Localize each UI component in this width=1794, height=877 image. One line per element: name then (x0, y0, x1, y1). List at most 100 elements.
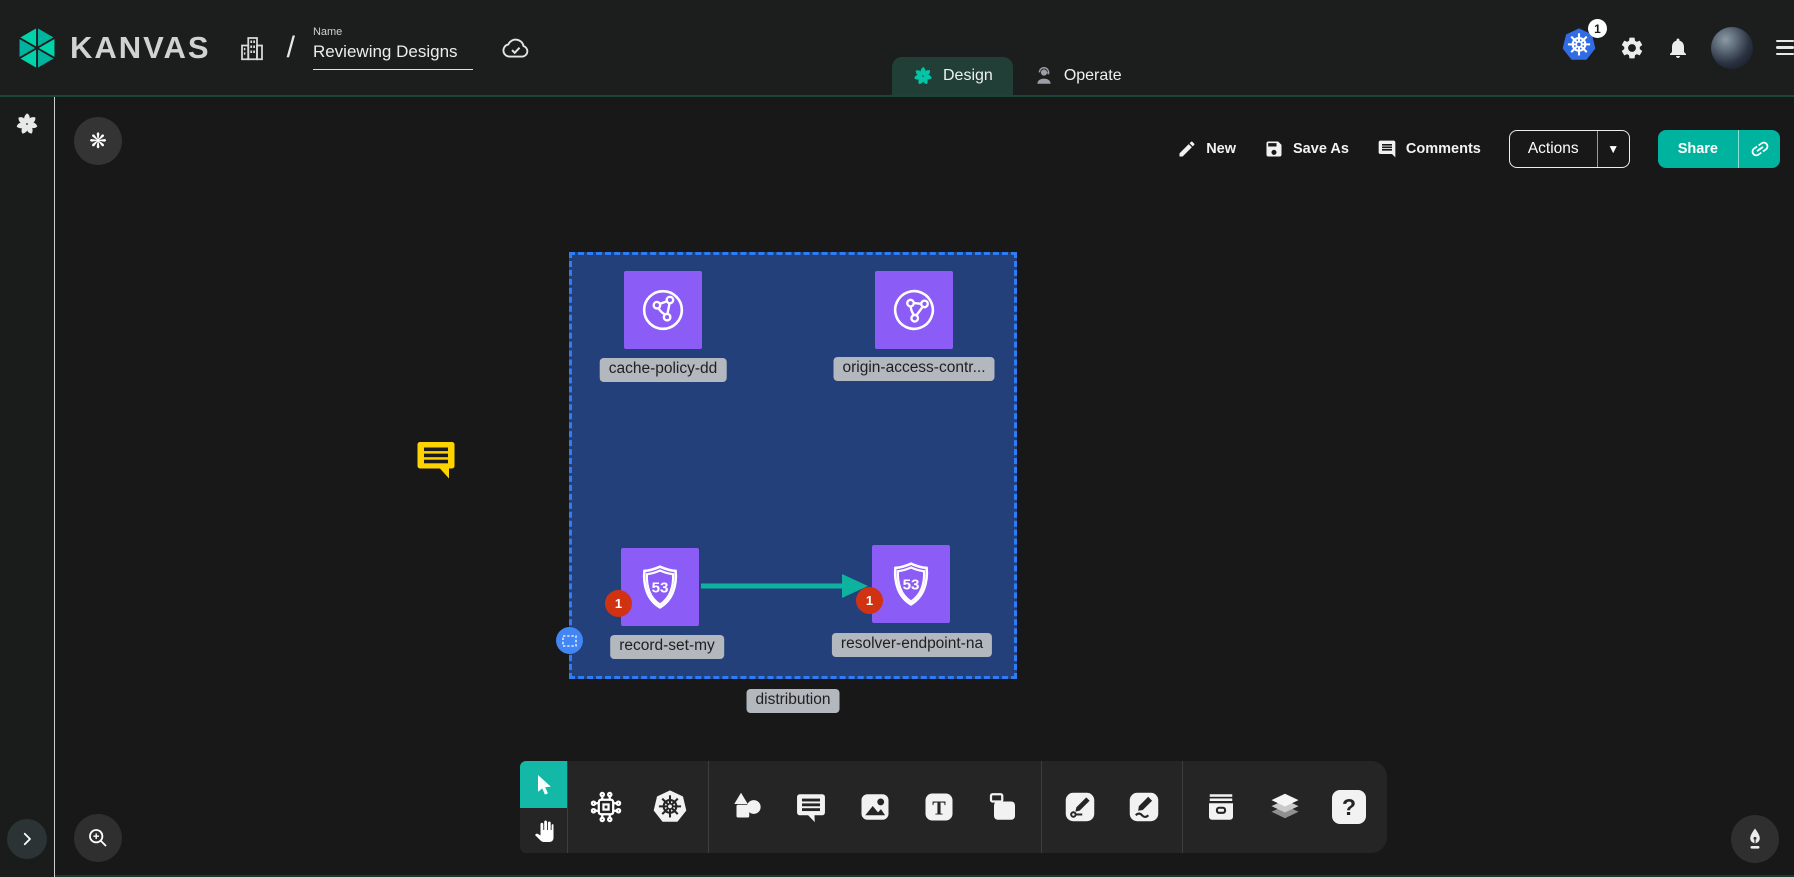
layers-icon (1267, 789, 1303, 825)
select-tool-button[interactable] (520, 761, 567, 808)
comment-tool-icon (793, 789, 829, 825)
zoom-in-icon (86, 826, 110, 850)
header: KANVAS / Name (0, 0, 1794, 97)
text-tool-icon: T (921, 789, 957, 825)
meshery-swirl-icon[interactable] (14, 111, 40, 142)
question-mark-icon: ? (1332, 790, 1366, 824)
new-button[interactable]: New (1177, 139, 1236, 159)
node-resolver-endpoint[interactable]: 53 (872, 545, 950, 623)
component-tools (568, 761, 708, 853)
pen-path-icon (1062, 789, 1098, 825)
comment-icon (1377, 139, 1397, 159)
kubernetes-wheel-icon (651, 788, 689, 826)
design-canvas[interactable]: ❋ New Save As (55, 97, 1794, 877)
left-sidebar (0, 97, 55, 877)
node-label[interactable]: record-set-my (610, 635, 724, 659)
node-label[interactable]: resolver-endpoint-na (832, 633, 992, 657)
settings-gear-icon[interactable] (1619, 35, 1645, 61)
copy-link-icon[interactable] (1738, 130, 1780, 168)
kubernetes-badge: 1 (1588, 19, 1607, 38)
notifications-bell-icon[interactable] (1666, 36, 1690, 60)
comment-tool-button[interactable] (779, 789, 843, 825)
caret-down-icon[interactable]: ▼ (1597, 131, 1629, 167)
drawer-tool-button[interactable] (1189, 789, 1253, 825)
node-error-badge[interactable]: 1 (605, 590, 632, 617)
svg-text:T: T (932, 798, 946, 820)
save-as-label: Save As (1293, 141, 1349, 157)
edge-pen-tool-button[interactable] (1048, 789, 1112, 825)
route53-shield-icon: 53 (634, 561, 686, 613)
route53-shield-icon: 53 (885, 558, 937, 610)
actions-dropdown[interactable]: Actions ▼ (1509, 130, 1630, 168)
pencil-scribble-icon (1126, 789, 1162, 825)
chip-icon (588, 789, 624, 825)
new-label: New (1206, 141, 1236, 157)
canvas-toolbar: New Save As Comments Actions ▼ (1177, 130, 1780, 168)
tab-operate-label: Operate (1064, 67, 1122, 85)
organization-icon[interactable] (237, 33, 267, 63)
design-swirl-icon (912, 65, 934, 87)
panel-icon (985, 789, 1021, 825)
design-name-input[interactable] (313, 40, 473, 70)
save-as-button[interactable]: Save As (1264, 139, 1349, 159)
app-title: KANVAS (70, 30, 211, 66)
kanvas-app: KANVAS / Name (0, 0, 1794, 877)
user-avatar[interactable] (1711, 27, 1753, 69)
bottom-toolbar: T (520, 761, 1387, 853)
library-tools: ? (1183, 761, 1387, 853)
svg-text:53: 53 (903, 577, 920, 594)
components-tool-button[interactable] (574, 789, 638, 825)
snowflake-icon: ❋ (89, 129, 107, 154)
node-error-badge[interactable]: 1 (856, 587, 883, 614)
annotation-tools: T (709, 761, 1041, 853)
node-record-set[interactable]: 53 (621, 548, 699, 626)
group-selection-handle[interactable] (556, 627, 583, 654)
node-label[interactable]: origin-access-contr... (834, 357, 995, 381)
share-label[interactable]: Share (1658, 130, 1738, 168)
comment-bubble-icon (414, 435, 458, 481)
kubernetes-context[interactable]: 1 (1560, 26, 1598, 69)
expand-sidebar-button[interactable] (7, 819, 47, 859)
drawer-icon (1203, 789, 1239, 825)
pen-nib-icon (1743, 827, 1767, 851)
canvas-actions-button[interactable]: ❋ (74, 117, 122, 165)
pan-tool-button[interactable] (520, 808, 567, 853)
main: ❋ New Save As (0, 97, 1794, 877)
actions-label[interactable]: Actions (1510, 131, 1597, 167)
image-icon (857, 789, 893, 825)
node-label[interactable]: cache-policy-dd (600, 358, 727, 382)
operator-person-icon (1033, 65, 1055, 87)
text-tool-button[interactable]: T (907, 789, 971, 825)
zoom-button[interactable] (74, 814, 122, 862)
kanvas-logo[interactable]: KANVAS (14, 25, 211, 71)
cursor-arrow-icon (532, 773, 556, 797)
cloud-saved-icon (499, 32, 531, 64)
group-label[interactable]: distribution (747, 689, 840, 713)
breadcrumb-separator: / (287, 31, 295, 65)
tab-operate[interactable]: Operate (1013, 57, 1142, 95)
save-icon (1264, 139, 1284, 159)
comment-pin[interactable] (414, 435, 458, 486)
freehand-draw-tool-button[interactable] (1112, 789, 1176, 825)
shapes-tool-button[interactable] (715, 789, 779, 825)
pen-mode-button[interactable] (1731, 815, 1779, 863)
image-tool-button[interactable] (843, 789, 907, 825)
selected-group-distribution[interactable]: cache-policy-dd origin-access-contr... (569, 252, 1017, 679)
shapes-icon (729, 789, 765, 825)
panel-tool-button[interactable] (971, 789, 1035, 825)
mode-tabs: Design Operate (892, 57, 1142, 95)
tab-design[interactable]: Design (892, 57, 1013, 95)
globe-network-icon (637, 284, 689, 336)
dashed-rect-icon (562, 635, 577, 647)
node-cache-policy[interactable] (624, 271, 702, 349)
node-origin-access[interactable] (875, 271, 953, 349)
chevron-right-icon (18, 830, 36, 848)
layers-tool-button[interactable] (1253, 789, 1317, 825)
help-tool-button[interactable]: ? (1317, 790, 1381, 824)
kubernetes-tool-button[interactable] (638, 788, 702, 826)
kanvas-logo-icon (14, 25, 60, 71)
share-button[interactable]: Share (1658, 130, 1780, 168)
tab-design-label: Design (943, 67, 993, 85)
hamburger-menu-icon[interactable] (1776, 40, 1794, 56)
comments-button[interactable]: Comments (1377, 139, 1481, 159)
